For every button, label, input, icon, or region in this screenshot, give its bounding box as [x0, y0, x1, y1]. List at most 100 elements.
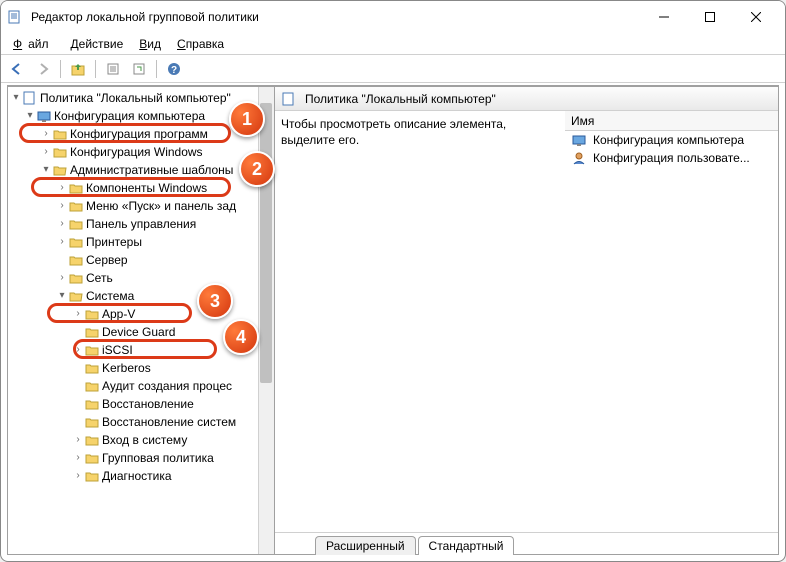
tree-pane: ▾ Политика "Локальный компьютер" ▾ Конфи… [7, 86, 275, 555]
tree-item[interactable]: ›Принтеры [8, 233, 274, 251]
expander-icon[interactable]: › [56, 215, 68, 233]
expander-icon[interactable]: › [72, 305, 84, 323]
tree-item[interactable]: › Конфигурация Windows [8, 143, 274, 161]
computer-icon [36, 108, 52, 124]
toolbar: ? [1, 55, 785, 83]
folder-icon [68, 198, 84, 214]
properties-button[interactable] [101, 58, 125, 80]
help-button[interactable]: ? [162, 58, 186, 80]
svg-text:?: ? [171, 65, 177, 76]
column-header-name[interactable]: Имя [565, 111, 778, 131]
up-button[interactable] [66, 58, 90, 80]
toolbar-separator [60, 60, 61, 78]
scrollbar-thumb[interactable] [260, 103, 272, 383]
expander-icon[interactable]: › [72, 467, 84, 485]
list-item[interactable]: Конфигурация компьютера [565, 131, 778, 149]
expander-icon[interactable]: › [56, 197, 68, 215]
folder-open-icon [52, 162, 68, 178]
folder-icon [84, 378, 100, 394]
details-pane: Политика "Локальный компьютер" Чтобы про… [275, 86, 779, 555]
folder-icon [52, 144, 68, 160]
folder-icon [84, 342, 100, 358]
close-button[interactable] [733, 1, 779, 33]
details-body: Чтобы просмотреть описание элемента, выд… [275, 111, 778, 532]
app-icon [7, 9, 23, 25]
menu-view[interactable]: Вид [133, 35, 167, 53]
tree-device-guard[interactable]: Device Guard [8, 323, 274, 341]
tree-computer-config[interactable]: ▾ Конфигурация компьютера [8, 107, 274, 125]
refresh-button[interactable] [127, 58, 151, 80]
tree-item[interactable]: Kerberos [8, 359, 274, 377]
folder-icon [84, 324, 100, 340]
computer-icon [571, 132, 587, 148]
expander-icon[interactable]: ▾ [24, 107, 36, 125]
expander-icon[interactable]: ▾ [10, 89, 22, 107]
folder-open-icon [68, 288, 84, 304]
policy-icon [22, 90, 38, 106]
tree-item[interactable]: ›Групповая политика [8, 449, 274, 467]
titlebar: Редактор локальной групповой политики [1, 1, 785, 33]
folder-icon [68, 216, 84, 232]
folder-icon [84, 432, 100, 448]
main-content: ▾ Политика "Локальный компьютер" ▾ Конфи… [7, 85, 779, 555]
folder-icon [84, 414, 100, 430]
window-buttons [641, 1, 779, 33]
folder-icon [68, 180, 84, 196]
expander-icon[interactable]: ▾ [56, 287, 68, 305]
tree-item[interactable]: ›Диагностика [8, 467, 274, 485]
expander-icon[interactable]: › [56, 233, 68, 251]
details-description: Чтобы просмотреть описание элемента, выд… [281, 117, 559, 148]
tree-system[interactable]: ▾Система [8, 287, 274, 305]
tab-extended[interactable]: Расширенный [315, 536, 416, 555]
folder-icon [68, 270, 84, 286]
expander-icon[interactable]: › [40, 143, 52, 161]
tree-scrollbar[interactable] [258, 87, 274, 554]
folder-icon [84, 450, 100, 466]
toolbar-separator [156, 60, 157, 78]
policy-icon [281, 91, 297, 107]
folder-icon [52, 126, 68, 142]
menubar: Файл Действие Вид Справка [1, 33, 785, 55]
policy-tree: ▾ Политика "Локальный компьютер" ▾ Конфи… [8, 87, 274, 485]
details-description-pane: Чтобы просмотреть описание элемента, выд… [275, 111, 565, 532]
back-button[interactable] [5, 58, 29, 80]
forward-button[interactable] [31, 58, 55, 80]
expander-icon[interactable]: › [56, 269, 68, 287]
view-tabs: Расширенный Стандартный [275, 532, 778, 554]
tab-standard[interactable]: Стандартный [418, 536, 515, 555]
folder-icon [84, 396, 100, 412]
user-icon [571, 150, 587, 166]
window-title: Редактор локальной групповой политики [31, 10, 641, 24]
expander-icon[interactable]: › [40, 125, 52, 143]
tree-item[interactable]: ›Меню «Пуск» и панель зад [8, 197, 274, 215]
tree-item[interactable]: ›Панель управления [8, 215, 274, 233]
tree-item[interactable]: Сервер [8, 251, 274, 269]
tree-item[interactable]: Восстановление систем [8, 413, 274, 431]
expander-icon[interactable]: › [72, 431, 84, 449]
tree-item[interactable]: ›App-V [8, 305, 274, 323]
menu-file[interactable]: Файл [7, 35, 61, 53]
menu-help[interactable]: Справка [171, 35, 230, 53]
list-item[interactable]: Конфигурация пользовате... [565, 149, 778, 167]
tree-admin-templates[interactable]: ▾ Административные шаблоны [8, 161, 274, 179]
tree-item[interactable]: ›Вход в систему [8, 431, 274, 449]
tree-item[interactable]: Восстановление [8, 395, 274, 413]
toolbar-separator [95, 60, 96, 78]
expander-icon[interactable]: › [72, 341, 84, 359]
expander-icon[interactable]: › [72, 449, 84, 467]
details-title: Политика "Локальный компьютер" [305, 92, 496, 106]
minimize-button[interactable] [641, 1, 687, 33]
folder-icon [84, 468, 100, 484]
tree-item[interactable]: ›Сеть [8, 269, 274, 287]
tree-item[interactable]: ›iSCSI [8, 341, 274, 359]
expander-icon[interactable]: › [56, 179, 68, 197]
menu-action[interactable]: Действие [65, 35, 130, 53]
gpedit-window: Редактор локальной групповой политики Фа… [0, 0, 786, 562]
tree-item[interactable]: Аудит создания процес [8, 377, 274, 395]
details-list: Имя Конфигурация компьютера Конфигурация… [565, 111, 778, 532]
tree-root[interactable]: ▾ Политика "Локальный компьютер" [8, 89, 274, 107]
maximize-button[interactable] [687, 1, 733, 33]
expander-icon[interactable]: ▾ [40, 161, 52, 179]
tree-item[interactable]: › Конфигурация программ [8, 125, 274, 143]
tree-item[interactable]: ›Компоненты Windows [8, 179, 274, 197]
